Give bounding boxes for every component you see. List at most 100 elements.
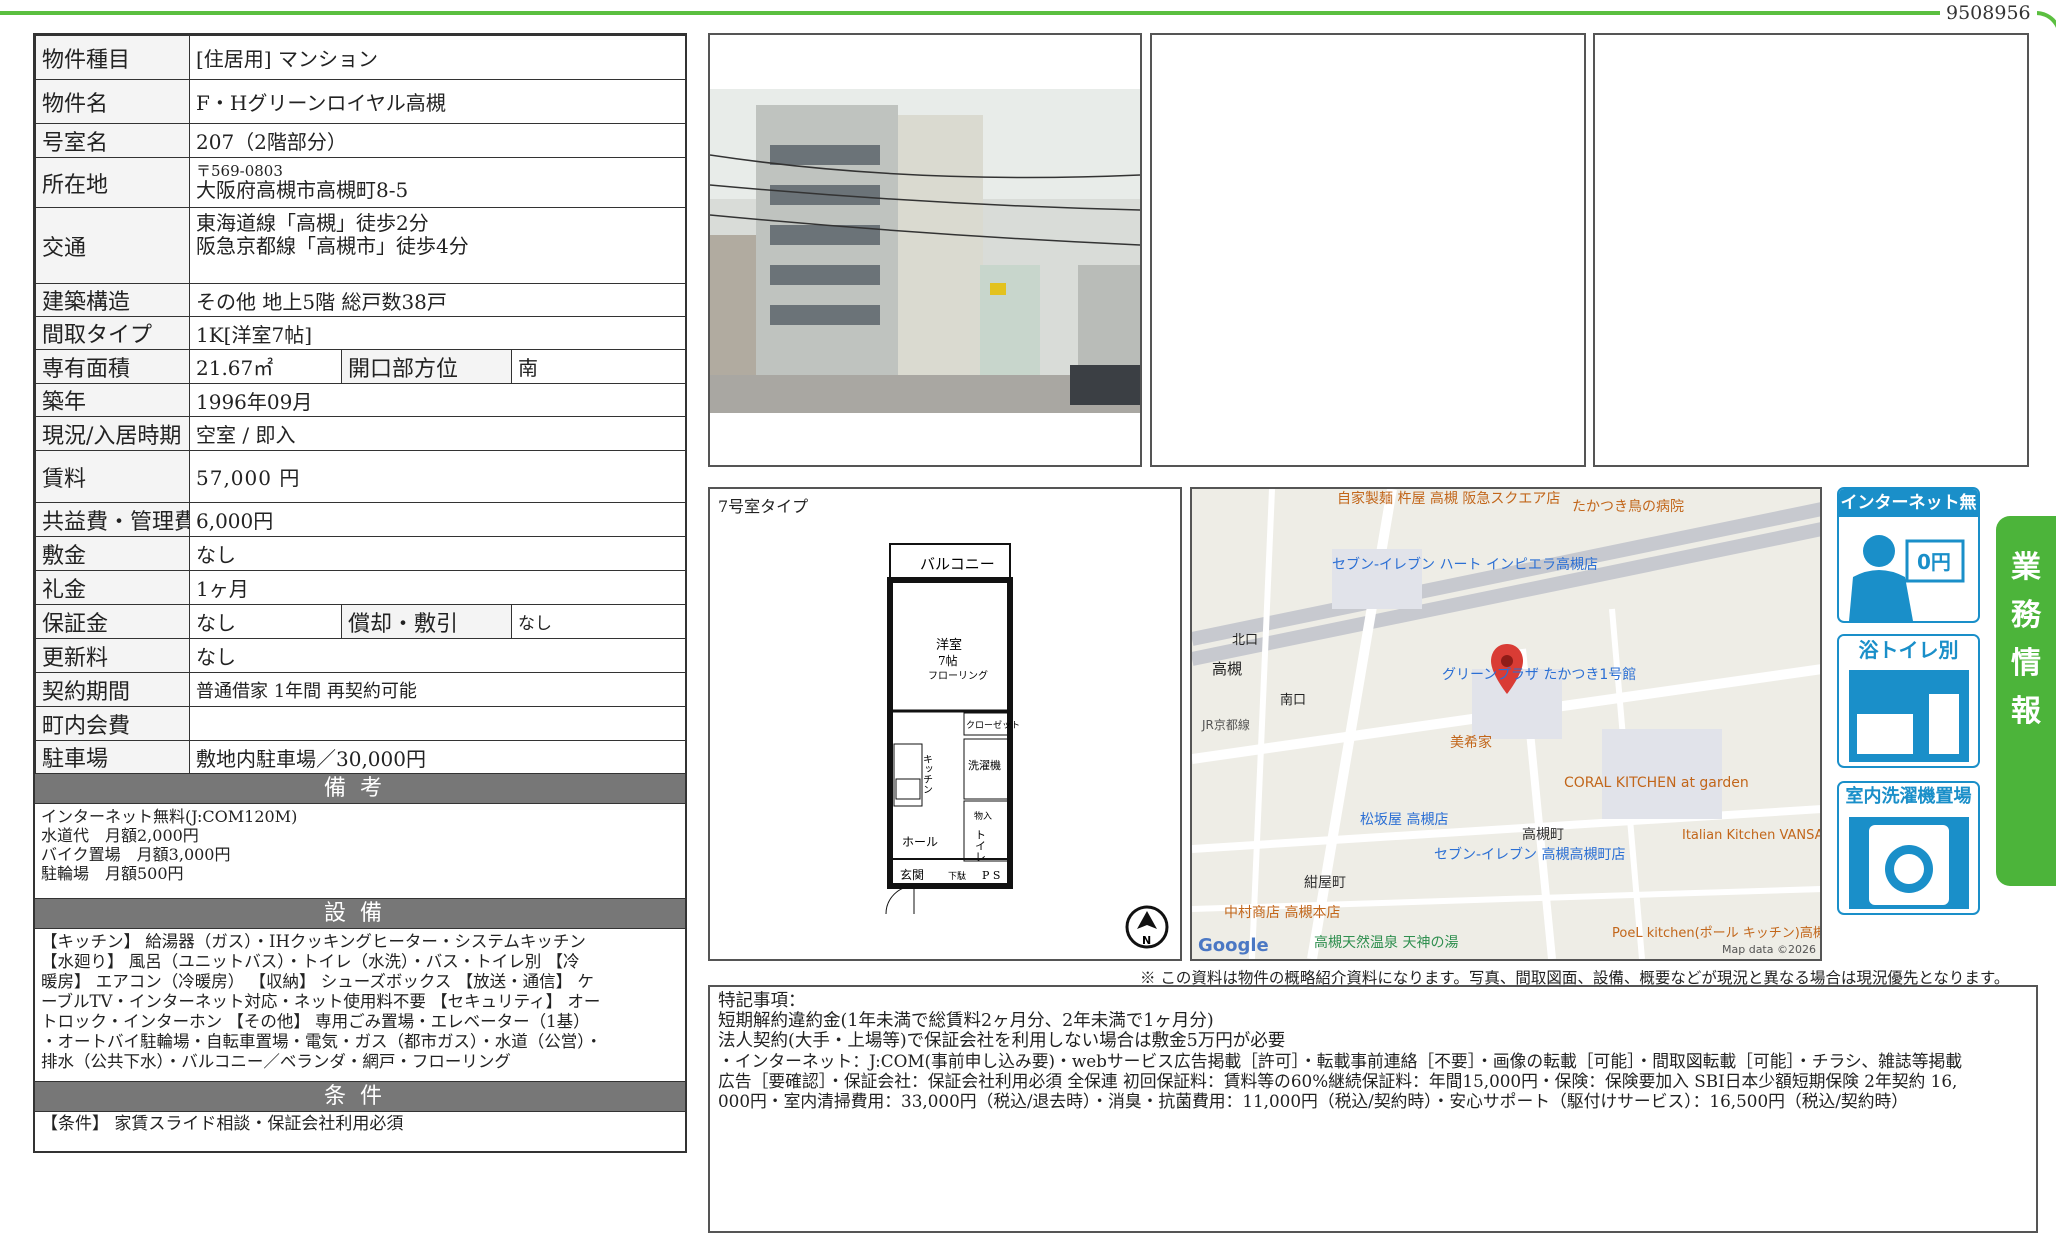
setsubi-notes: 【キッチン】 給湯器（ガス）・IHクッキングヒーター・システムキッチン 【水廻り… bbox=[35, 929, 685, 1082]
internet-user-icon: 0円 bbox=[1849, 535, 1965, 621]
renewal-label: 更新料 bbox=[35, 638, 190, 673]
map-label: 高槻天然温泉 天神の湯 bbox=[1314, 934, 1458, 951]
layout-label: 間取タイプ bbox=[35, 316, 190, 350]
badge-separate-bath: 浴トイレ別 bbox=[1837, 634, 1980, 768]
remarks-line: ・インターネット：J:COM(事前申し込み要)・webサービス広告掲載［許可］・… bbox=[718, 1051, 1963, 1071]
built-value: 1996年09月 bbox=[188, 383, 687, 417]
badge-washer-space: 室内洗濯機置場 bbox=[1837, 781, 1980, 915]
bikou-line: 駐輪場 月額500円 bbox=[41, 864, 184, 883]
map-label: 中村商店 高槻本店 bbox=[1224, 904, 1340, 921]
key-money-label: 礼金 bbox=[35, 570, 190, 605]
setsubi-line: ーブルTV・インターネット対応・ネット使用料不要 【セキュリティ】 オー bbox=[41, 992, 601, 1011]
status-label: 現況/入居時期 bbox=[35, 416, 190, 451]
bikou-line: バイク置場 月額3,000円 bbox=[41, 845, 231, 864]
floorplan-drawing: バルコニー 洋室 7帖 フローリング クローゼット キッチン 洗濯機 トイレ 物… bbox=[885, 543, 1169, 949]
bikou-line: インターネット無料(J:COM120M) bbox=[41, 807, 298, 826]
photo-placeholder-3 bbox=[1593, 33, 2029, 467]
amort-label: 償却・敷引 bbox=[341, 604, 512, 639]
svg-text:N: N bbox=[1142, 934, 1151, 947]
tab-char: 情 bbox=[2011, 646, 2041, 681]
jouken-header: 条件 bbox=[35, 1082, 685, 1112]
address-label: 所在地 bbox=[35, 157, 190, 208]
map-label: 高槻 bbox=[1212, 660, 1242, 678]
type-label: 物件種目 bbox=[35, 35, 190, 80]
area-value: 21.67㎡ bbox=[189, 349, 342, 384]
storage-label: 物入 bbox=[974, 810, 992, 822]
photo-placeholder-2 bbox=[1150, 33, 1586, 467]
property-spec-panel: 物件種目 [住居用] マンション 物件名 F・Hグリーンロイヤル高槻 号室名 2… bbox=[33, 33, 687, 1153]
map-data-credit: Map data ©2026 bbox=[1722, 943, 1816, 956]
direction-value: 南 bbox=[510, 349, 687, 384]
area-label: 専有面積 bbox=[35, 349, 190, 384]
map-frame[interactable]: 自家製麺 杵屋 高槻 阪急スクエア店 たかつき鳥の病院 セブン-イレブン ハート… bbox=[1190, 487, 1822, 961]
setsubi-line: 【水廻り】 風呂（ユニットバス）・トイレ（水洗）・バス・トイレ別 【冷 bbox=[41, 952, 580, 971]
floor-label: フローリング bbox=[928, 669, 988, 682]
map-label: セブン-イレブン ハート インピエラ高槻店 bbox=[1332, 556, 1598, 573]
badge-bath-label: 浴トイレ別 bbox=[1839, 636, 1978, 664]
map-label: 高槻町 bbox=[1522, 826, 1564, 843]
name-label: 物件名 bbox=[35, 79, 190, 124]
map-label: 南口 bbox=[1280, 692, 1306, 708]
setsubi-line: 暖房】 エアコン（冷暖房） 【収納】 シューズボックス 【放送・通信】 ケ bbox=[41, 972, 594, 991]
kitchen-label: キッチン bbox=[921, 754, 932, 794]
access-line-2: 阪急京都線「高槻市」徒歩4分 bbox=[196, 234, 469, 258]
tab-char: 報 bbox=[2011, 694, 2041, 729]
town-fee-value bbox=[188, 706, 687, 741]
status-value: 空室 / 即入 bbox=[188, 416, 687, 451]
badge-washer-label: 室内洗濯機置場 bbox=[1839, 783, 1978, 811]
rent-label: 賃料 bbox=[35, 450, 190, 503]
deposit-label: 敷金 bbox=[35, 536, 190, 571]
structure-label: 建築構造 bbox=[35, 283, 190, 317]
bath-toilet-icon bbox=[1849, 670, 1969, 762]
map-drawing: 自家製麺 杵屋 高槻 阪急スクエア店 たかつき鳥の病院 セブン-イレブン ハート… bbox=[1192, 489, 1822, 959]
toilet-label: トイレ bbox=[974, 829, 987, 862]
room-label: 号室名 bbox=[35, 123, 190, 158]
setsubi-line: トロック・インターホン 【その他】 専用ごみ置場・エレベーター（1基） bbox=[41, 1012, 590, 1031]
map-label: たかつき鳥の病院 bbox=[1572, 499, 1684, 515]
contract-label: 契約期間 bbox=[35, 672, 190, 707]
floorplan-frame: 7号室タイプ バルコニー 洋室 7帖 フローリング クローゼット キッチン 洗濯… bbox=[708, 487, 1182, 961]
hall-label: ホール bbox=[902, 835, 938, 849]
structure-value: その他 地上5階 総戸数38戸 bbox=[188, 283, 687, 317]
ps-label: P S bbox=[982, 869, 1000, 882]
map-label: グリーンプラザ たかつき1号館 bbox=[1442, 666, 1636, 683]
map-label: 紺屋町 bbox=[1304, 875, 1346, 891]
frame-top-line bbox=[0, 11, 1910, 15]
bikou-header: 備考 bbox=[35, 774, 685, 804]
deposit-value: なし bbox=[188, 536, 687, 571]
google-logo: Google bbox=[1198, 935, 1269, 956]
setsubi-header: 設備 bbox=[35, 899, 685, 929]
tab-char: 務 bbox=[2011, 598, 2041, 633]
room-value: 207（2階部分） bbox=[188, 123, 687, 158]
spec-table: 物件種目 [住居用] マンション 物件名 F・Hグリーンロイヤル高槻 号室名 2… bbox=[35, 35, 687, 774]
access-label: 交通 bbox=[35, 207, 190, 284]
setsubi-line: ・オートバイ駐輪場・自転車置場・電気・ガス（都市ガス）・水道（公営）・ bbox=[41, 1032, 602, 1051]
key-money-value: 1ヶ月 bbox=[188, 570, 687, 605]
fee-label: 共益費・管理費 bbox=[35, 502, 190, 537]
entry-label: 玄関 bbox=[900, 867, 924, 882]
bikou-notes: インターネット無料(J:COM120M) 水道代 月額2,000円 バイク置場 … bbox=[35, 804, 685, 899]
setsubi-line: 【キッチン】 給湯器（ガス）・IHクッキングヒーター・システムキッチン bbox=[41, 932, 586, 951]
washing-machine-icon bbox=[1849, 817, 1969, 909]
building-photo bbox=[709, 89, 1141, 413]
washer-label: 洗濯機 bbox=[968, 758, 1001, 772]
bikou-line: 水道代 月額2,000円 bbox=[41, 826, 199, 845]
name-value: F・Hグリーンロイヤル高槻 bbox=[188, 79, 687, 124]
remarks-line: 法人契約(大手・上場等)で保証会社を利用しない場合は敷金5万円が必要 bbox=[718, 1031, 1286, 1051]
map-label: Italian Kitchen VANSAN 高槻店 bbox=[1682, 827, 1822, 843]
business-info-tab[interactable]: 業 務 情 報 bbox=[1996, 516, 2056, 886]
map-label: CORAL KITCHEN at garden bbox=[1564, 775, 1749, 791]
balcony-label: バルコニー bbox=[920, 555, 995, 573]
postal-code: 〒569-0803 bbox=[196, 162, 283, 180]
renewal-value: なし bbox=[188, 638, 687, 673]
amort-value: なし bbox=[510, 604, 687, 639]
parking-label: 駐車場 bbox=[35, 740, 190, 774]
built-label: 築年 bbox=[35, 383, 190, 417]
remarks-line: 短期解約違約金(1年未満で総賃料2ヶ月分、2年未満で1ヶ月分) bbox=[718, 1011, 1214, 1031]
layout-value: 1K[洋室7帖] bbox=[188, 316, 687, 350]
map-label: 松坂屋 高槻店 bbox=[1360, 811, 1448, 828]
remarks-line: 特記事項： bbox=[718, 991, 806, 1011]
map-label: JR京都線 bbox=[1201, 717, 1250, 732]
map-label: 北口 bbox=[1232, 633, 1258, 648]
map-label: 美希家 bbox=[1450, 734, 1492, 751]
